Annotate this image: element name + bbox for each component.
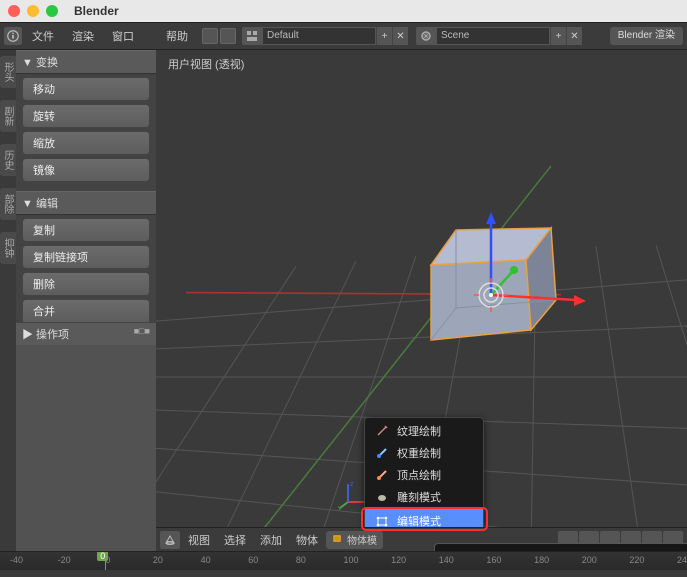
layout-add-button[interactable]: + (376, 27, 392, 45)
duplicate-button[interactable]: 复制 (22, 218, 150, 242)
texture-paint-icon (375, 424, 389, 438)
timeline-tick: 120 (391, 555, 406, 565)
menu-file[interactable]: 文件 (24, 25, 62, 47)
timeline-tick: 180 (534, 555, 549, 565)
layout-delete-button[interactable]: ✕ (392, 27, 408, 45)
side-tab[interactable]: 剧新 (0, 100, 16, 132)
mode-selector[interactable]: 物体模 (326, 531, 383, 549)
menu-item-label: 权重绘制 (397, 445, 441, 461)
side-tab[interactable]: 形头 (0, 56, 16, 88)
scene-delete-button[interactable]: ✕ (566, 27, 582, 45)
timeline-tick: 160 (486, 555, 501, 565)
timeline-tick: 200 (582, 555, 597, 565)
timeline-tick: 100 (344, 555, 359, 565)
timeline-tick: 20 (153, 555, 163, 565)
tool-panel: ▼ 变换 移动 旋转 缩放 镜像 ▼ 编辑 复制 复制链接项 删除 合并 ▶ 操… (16, 50, 156, 551)
minimize-window-button[interactable] (27, 5, 39, 17)
operator-panel-title: ▶ 操作项 (22, 326, 69, 342)
weight-paint-icon (375, 446, 389, 460)
mode-menu-texture-paint[interactable]: 纹理绘制 (367, 420, 481, 442)
timeline-tick: 40 (201, 555, 211, 565)
viewport-menu-object[interactable]: 物体 (290, 530, 324, 550)
viewport-menu-select[interactable]: 选择 (218, 530, 252, 550)
menu-render[interactable]: 渲染 (64, 25, 102, 47)
3d-viewport[interactable]: 用户视图 (透视) x y z (156, 50, 687, 551)
scene-icon[interactable] (416, 27, 436, 45)
timeline-tick: 60 (248, 555, 258, 565)
delete-button[interactable]: 删除 (22, 272, 150, 296)
timeline-tick: 80 (296, 555, 306, 565)
mode-selector-label: 物体模 (347, 532, 377, 547)
window-titlebar: Blender (0, 0, 687, 22)
rotate-button[interactable]: 旋转 (22, 104, 150, 128)
viewport-label: 用户视图 (透视) (168, 56, 244, 72)
render-engine-dropdown[interactable]: Blender 渲染 (610, 27, 683, 45)
scene-name-field[interactable]: Scene (436, 27, 550, 45)
viewport-menu-add[interactable]: 添加 (254, 530, 288, 550)
app-title: Blender (74, 4, 119, 18)
side-tab[interactable]: 历史 (0, 144, 16, 176)
side-tab[interactable]: 抑钟 (0, 232, 16, 264)
timeline-tick: 0 (105, 555, 110, 565)
viewport-menu-view[interactable]: 视图 (182, 530, 216, 550)
timeline-ruler[interactable]: -40 -20 0 20 40 60 80 100 120 140 160 180 200 220 240 (0, 552, 687, 570)
menu-item-label: 雕刻模式 (397, 489, 441, 505)
top-menubar: 文件 渲染 窗口 帮助 Default + ✕ Scene + ✕ Blende… (0, 22, 687, 50)
object-mode-icon (332, 533, 343, 547)
mode-menu-vertex-paint[interactable]: 顶点绘制 (367, 464, 481, 486)
timeline-tick: 140 (439, 555, 454, 565)
scale-button[interactable]: 缩放 (22, 131, 150, 155)
tooltip: 设置物体的交互模式: 编辑模式 Python: bpy.ops.object.m… (434, 543, 687, 551)
duplicate-linked-button[interactable]: 复制链接项 (22, 245, 150, 269)
edit-mode-icon (375, 514, 389, 528)
transform-panel-header[interactable]: ▼ 变换 (16, 50, 156, 74)
sculpt-icon (375, 490, 389, 504)
mode-menu-sculpt[interactable]: 雕刻模式 (367, 486, 481, 508)
mode-menu-weight-paint[interactable]: 权重绘制 (367, 442, 481, 464)
timeline-tick: -40 (10, 555, 23, 565)
menu-help[interactable]: 帮助 (158, 25, 196, 47)
tool-tabs: 形头 剧新 历史 部除 抑钟 (0, 50, 16, 551)
edit-panel-header[interactable]: ▼ 编辑 (16, 191, 156, 215)
scene-add-button[interactable]: + (550, 27, 566, 45)
side-tab[interactable]: 部除 (0, 188, 16, 220)
menu-window[interactable]: 窗口 (104, 25, 142, 47)
translate-button[interactable]: 移动 (22, 77, 150, 101)
close-window-button[interactable] (8, 5, 20, 17)
operator-panel-body (16, 345, 156, 551)
vertex-paint-icon (375, 468, 389, 482)
default-cube[interactable] (396, 200, 596, 400)
menu-item-label: 纹理绘制 (397, 423, 441, 439)
layout-prev-button[interactable] (202, 28, 218, 44)
zoom-window-button[interactable] (46, 5, 58, 17)
timeline-editor[interactable]: -40 -20 0 20 40 60 80 100 120 140 160 180 200 220 240 (0, 551, 687, 577)
timeline-tick: 220 (629, 555, 644, 565)
operator-panel-header[interactable]: ▶ 操作项 ■□■ (16, 323, 156, 345)
timeline-tick: 240 (677, 555, 687, 565)
info-editor-icon[interactable] (4, 27, 22, 45)
layout-name-field[interactable]: Default (262, 27, 376, 45)
join-button[interactable]: 合并 (22, 299, 150, 323)
layout-icon[interactable] (242, 27, 262, 45)
layout-browse-button[interactable] (220, 28, 236, 44)
timeline-tick: -20 (58, 555, 71, 565)
mirror-button[interactable]: 镜像 (22, 158, 150, 182)
editor-type-icon[interactable] (160, 531, 180, 549)
operator-panel-buttons[interactable]: ■□■ (134, 326, 150, 342)
menu-item-label: 顶点绘制 (397, 467, 441, 483)
